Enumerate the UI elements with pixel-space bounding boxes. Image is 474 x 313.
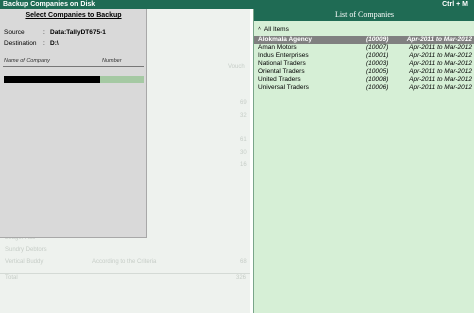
backup-selection-panel: Select Companies to Backup Source : Data… <box>0 9 147 238</box>
ghost-number: 16 <box>240 162 247 168</box>
company-name: National Traders <box>258 60 306 67</box>
ghost-vouchers-label: Vouch <box>228 64 245 70</box>
ghost-divider <box>0 273 250 274</box>
company-row[interactable]: Oriental Traders (10005) Apr-2011 to Mar… <box>254 68 474 76</box>
ghost-number: 32 <box>240 113 247 119</box>
destination-label: Destination <box>4 40 37 47</box>
company-period: Apr-2011 to Mar-2012 <box>409 84 472 91</box>
company-row[interactable]: United Traders (10008) Apr-2011 to Mar-2… <box>254 76 474 84</box>
ghost-number: 68 <box>240 259 247 265</box>
company-code: (10001) <box>366 52 389 59</box>
panel-title: Select Companies to Backup <box>25 12 122 19</box>
destination-field[interactable]: D:\ <box>50 40 59 47</box>
column-header-company: Name of Company <box>4 58 50 64</box>
column-divider <box>3 66 144 67</box>
ghost-total-label: Total <box>5 275 18 281</box>
all-items-option[interactable]: ˄ All Items <box>258 26 289 33</box>
company-period: Apr-2011 to Mar-2012 <box>409 44 472 51</box>
company-name: United Traders <box>258 76 301 83</box>
ghost-label: Vertical Buddy <box>5 259 44 265</box>
shortcut-hint[interactable]: Ctrl + M <box>442 0 468 9</box>
ghost-number: 30 <box>240 150 247 156</box>
selection-caret-icon: ˄ <box>258 26 261 32</box>
company-row[interactable]: Aman Motors (10007) Apr-2011 to Mar-2012 <box>254 44 474 52</box>
company-code: (10008) <box>366 76 389 83</box>
company-name-input[interactable] <box>4 76 100 83</box>
company-code: (10003) <box>366 60 389 67</box>
company-code: (10006) <box>366 84 389 91</box>
company-name: Aman Motors <box>258 44 297 51</box>
ghost-total-value: 326 <box>236 275 247 281</box>
list-title: List of Companies <box>254 9 474 21</box>
ghost-label: Sundry Debtors <box>5 247 47 253</box>
company-name: Alokmala Agency <box>258 36 312 43</box>
company-name: Indus Enterprises <box>258 52 309 59</box>
window-title: Backup Companies on Disk <box>3 1 96 8</box>
destination-colon: : <box>43 40 45 47</box>
column-header-number: Number <box>102 58 122 64</box>
company-name: Universal Traders <box>258 84 309 91</box>
title-bar: Backup Companies on Disk Ctrl + M <box>0 0 474 9</box>
company-number-input[interactable] <box>100 76 144 83</box>
source-label: Source <box>4 29 25 36</box>
company-code: (10007) <box>366 44 389 51</box>
company-name: Oriental Traders <box>258 68 305 75</box>
company-list-panel: List of Companies ˄ All Items Alokmala Ag… <box>253 9 474 313</box>
company-period: Apr-2011 to Mar-2012 <box>406 36 472 43</box>
source-colon: : <box>43 29 45 36</box>
ghost-label: According to the Criteria <box>92 259 157 265</box>
company-code: (10009) <box>366 36 389 43</box>
company-period: Apr-2011 to Mar-2012 <box>409 68 472 75</box>
company-row[interactable]: Indus Enterprises (10001) Apr-2011 to Ma… <box>254 52 474 60</box>
company-row[interactable]: National Traders (10003) Apr-2011 to Mar… <box>254 60 474 68</box>
ghost-number: 61 <box>240 137 247 143</box>
source-field[interactable]: Data:TallyDT675-1 <box>50 29 106 36</box>
company-period: Apr-2011 to Mar-2012 <box>409 60 472 67</box>
company-period: Apr-2011 to Mar-2012 <box>409 76 472 83</box>
company-row[interactable]: Universal Traders (10006) Apr-2011 to Ma… <box>254 84 474 92</box>
all-items-label: All Items <box>263 26 289 33</box>
company-period: Apr-2011 to Mar-2012 <box>409 52 472 59</box>
company-code: (10005) <box>366 68 389 75</box>
ghost-number: 69 <box>240 100 247 106</box>
company-row[interactable]: Alokmala Agency (10009) Apr-2011 to Mar-… <box>254 36 474 44</box>
